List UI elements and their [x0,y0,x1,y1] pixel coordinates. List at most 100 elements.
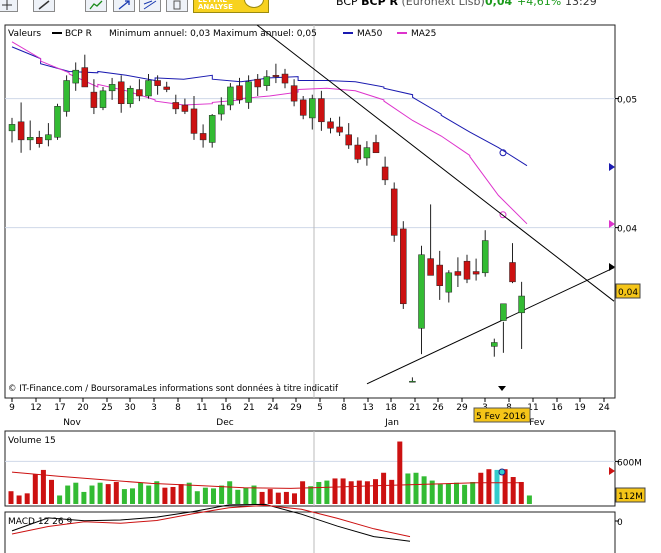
candle-body [181,104,189,112]
candle-body [472,271,480,275]
volume-bar [462,484,468,504]
macd-title: MACD 12 26 9 [8,517,72,527]
volume-bar [73,482,79,504]
volume-bar [130,488,135,504]
candle-body [8,124,16,132]
source-note: © IT-Finance.com / BoursoramaLes informa… [8,383,339,394]
volume-bar [381,472,387,504]
month-label: Jan [384,418,399,428]
legend-annual-range: Minimum annuel: 0,03 Maximum annuel: 0,0… [109,29,317,39]
candle-body [26,137,34,141]
volume-bar [470,481,476,504]
volume-bar [16,495,22,504]
chart-area[interactable]: 0,05 0,04 9 12 17 20 25 30 3 8 11 16 21 24 29 5 8 13 18 21 2… [0,0,661,553]
candle-body [336,126,343,133]
candle-body [108,84,116,92]
volume-bar [154,481,160,504]
candle-body [218,104,225,115]
x-tick-label: 17 [54,403,65,413]
month-label: Dec [216,418,233,428]
x-tick-label: 16 [551,403,563,413]
candle-body [381,166,389,181]
volume-bar [97,482,103,504]
volume-bar [162,487,168,504]
candle-body [418,254,425,329]
candle-body [409,380,416,383]
volume-bar [211,488,216,504]
candle-body [54,106,61,138]
x-tick-label: 12 [30,403,41,413]
volume-bar [526,495,532,504]
macd-y-tick-label: 0 [617,518,623,528]
volume-bar [478,472,484,504]
x-tick-label: 25 [101,403,112,413]
volume-bar [49,479,54,504]
volume-bar [292,493,297,504]
volume-bar [89,485,95,504]
volume-bar [57,495,63,504]
volume-bar [65,485,71,504]
volume-bar [308,486,314,504]
candle-body [136,89,143,97]
volume-bar [275,492,281,504]
candle-body [481,240,489,274]
volume-bar [486,469,492,504]
volume-bar [405,473,411,504]
volume-bar [348,481,354,504]
y-tick-label: 0,05 [617,96,637,106]
candle-body [318,98,325,123]
x-tick-label: 18 [385,403,397,413]
volume-bar [332,478,338,504]
volume-title: Volume 15 [8,436,56,446]
candle-body [372,142,380,154]
volume-bar [235,489,241,504]
volume-bar [259,491,265,504]
volume-bar [437,484,443,504]
volume-y-tick-label: 600M [617,458,642,468]
x-tick-label: 3 [151,403,157,413]
candle-body [290,85,298,102]
volume-bar [445,483,451,504]
candle-body [345,134,352,146]
volume-bar [454,482,459,504]
candle-body [400,228,407,305]
candle-body [363,147,371,159]
legend-valeurs-label: Valeurs [8,29,41,39]
candle-body [254,78,261,88]
volume-bar [121,489,127,504]
candle-body [518,295,525,314]
x-tick-label: 8 [341,403,347,413]
volume-bar [267,489,273,504]
volume-bar [194,491,200,504]
volume-bar [340,478,346,504]
x-tick-label: 24 [267,403,279,413]
volume-bar [243,487,249,504]
volume-bar [518,481,524,504]
candle-body [72,69,79,84]
month-label: Nov [63,418,81,428]
candle-body [263,76,271,86]
volume-bar [316,481,322,504]
candle-body [63,80,70,112]
candle-body [227,86,234,106]
volume-bar [510,477,516,504]
x-tick-label: 21 [243,403,254,413]
candle-body [281,73,289,84]
x-tick-label: 16 [220,403,232,413]
candle-body [145,80,152,97]
candle-body [509,262,516,283]
candle-body [454,271,462,276]
x-tick-label: 29 [456,403,468,413]
candle-body [309,98,316,119]
candle-body [190,108,198,134]
legend-ma25-label: MA25 [411,29,436,39]
legend-ma50-label: MA50 [357,29,383,39]
volume-bar [113,481,119,504]
volume-bar [8,491,14,504]
volume-bar [494,469,500,504]
volume-bar [202,487,208,504]
cursor-date-label: 5 Fev 2016 [476,412,526,422]
x-tick-label: 19 [574,403,586,413]
volume-bar [389,479,395,504]
volume-bar [413,472,419,504]
